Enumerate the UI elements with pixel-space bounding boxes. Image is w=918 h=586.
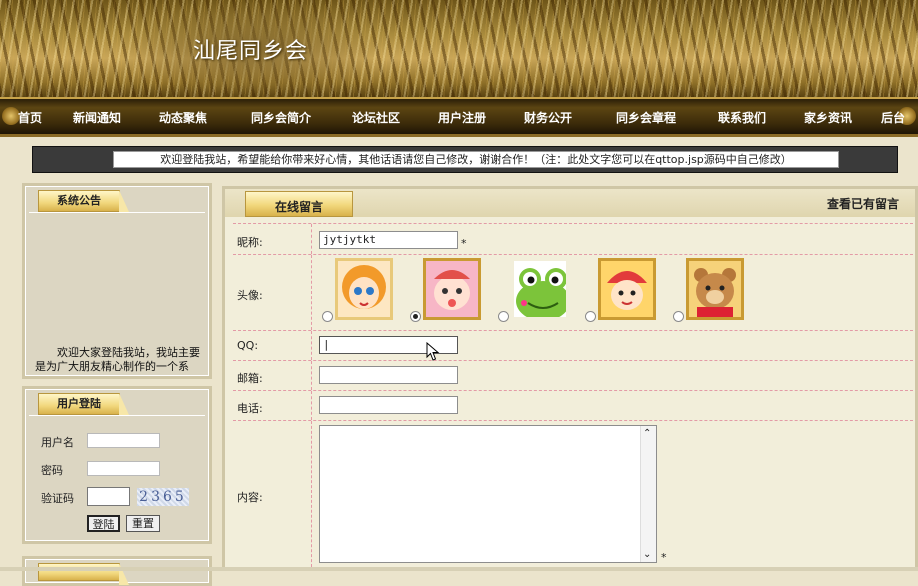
avatar-radio-3[interactable] [498,311,509,322]
username-label: 用户名 [41,436,74,449]
avatar-radio-2[interactable] [410,311,421,322]
message-form-header: 在线留言 查看已有留言 [225,189,915,217]
marquee-bar: 欢迎登陆我站，希望能给你带来好心情，其他话语请您自己修改，谢谢合作！（注：此处文… [32,146,898,173]
email-input[interactable] [319,366,458,384]
avatar-frog-icon[interactable] [511,258,569,320]
row-divider [311,361,312,390]
captcha-image[interactable]: 2365 [137,488,189,506]
nickname-label: 昵称: [237,236,263,249]
avatar-radio-4[interactable] [585,311,596,322]
login-button[interactable]: 登陆 [87,515,120,532]
avatar-red-hat-girl-icon[interactable] [598,258,656,320]
row-divider [311,255,312,330]
nav-home[interactable]: 首页 [18,109,42,126]
content-label: 内容: [237,491,263,504]
email-label: 邮箱: [237,372,263,385]
scroll-up-icon[interactable]: ⌃ [643,428,651,439]
nav-intro[interactable]: 同乡会简介 [251,109,311,126]
login-panel-title: 用户登陆 [38,393,129,415]
panel-divider [29,212,205,213]
nav-finance[interactable]: 财务公开 [524,109,572,126]
nav-news[interactable]: 新闻通知 [73,109,121,126]
next-panel [22,556,212,586]
avatar-radio-5[interactable] [673,311,684,322]
reset-button[interactable]: 重置 [126,515,160,532]
main-nav: 首页 新闻通知 动态聚焦 同乡会简介 论坛社区 用户注册 财务公开 同乡会章程 … [0,97,918,137]
email-row: 邮箱: [233,360,913,390]
nav-contact[interactable]: 联系我们 [718,109,766,126]
captcha-input[interactable] [87,487,130,506]
username-input[interactable] [87,433,160,448]
phone-label: 电话: [237,402,263,415]
avatar-girl-icon[interactable] [335,258,393,320]
row-divider [311,391,312,420]
message-form-panel: 在线留言 查看已有留言 昵称: jytjytkt * 头像: QQ: | 邮箱:… [222,186,918,571]
panel-divider [29,415,205,416]
next-panel-title [38,563,129,585]
nickname-input[interactable]: jytjytkt [319,231,458,249]
nav-focus[interactable]: 动态聚焦 [159,109,207,126]
qq-row: QQ: | [233,330,913,360]
password-input[interactable] [87,461,160,476]
row-divider [311,331,312,360]
content-row: 内容: ⌃ ⌄ * [233,420,913,568]
avatar-label: 头像: [237,289,263,302]
row-divider [311,224,312,254]
avatar-row: 头像: [233,254,913,330]
nav-forum[interactable]: 论坛社区 [352,109,400,126]
notice-panel-title: 系统公告 [38,190,129,212]
scroll-down-icon[interactable]: ⌄ [643,549,651,560]
avatar-radio-1[interactable] [322,311,333,322]
content-textarea[interactable]: ⌃ ⌄ [319,425,657,563]
captcha-label: 验证码 [41,492,74,505]
textarea-scrollbar[interactable]: ⌃ ⌄ [640,426,656,562]
phone-row: 电话: [233,390,913,420]
avatar-bear-icon[interactable] [686,258,744,320]
nav-hometown-news[interactable]: 家乡资讯 [804,109,852,126]
notice-panel: 系统公告 欢迎大家登陆我站，我站主要是为广大朋友精心制作的一个系统，希望大家能够… [22,183,212,379]
nav-charter[interactable]: 同乡会章程 [616,109,676,126]
header-banner: 汕尾同乡会 [0,0,918,97]
nav-admin[interactable]: 后台 [881,109,905,126]
site-title: 汕尾同乡会 [193,39,309,64]
nav-register[interactable]: 用户注册 [438,109,486,126]
required-mark: * [461,237,467,250]
row-divider [311,421,312,567]
login-panel: 用户登陆 用户名 密码 验证码 2365 登陆 重置 [22,386,212,544]
password-label: 密码 [41,464,63,477]
mouse-pointer-icon [426,342,440,361]
qq-label: QQ: [237,339,259,352]
required-mark: * [661,551,667,564]
avatar-baby-icon[interactable] [423,258,481,320]
notice-text: 欢迎大家登陆我站，我站主要是为广大朋友精心制作的一个系统，希望大家能够喜欢。 [35,346,200,373]
phone-input[interactable] [319,396,458,414]
view-messages-link[interactable]: 查看已有留言 [827,195,899,212]
message-form-title: 在线留言 [245,191,353,217]
marquee-text: 欢迎登陆我站，希望能给你带来好心情，其他话语请您自己修改，谢谢合作！（注：此处文… [113,151,839,168]
nickname-row: 昵称: jytjytkt * [233,223,913,254]
bottom-edge [0,567,918,571]
